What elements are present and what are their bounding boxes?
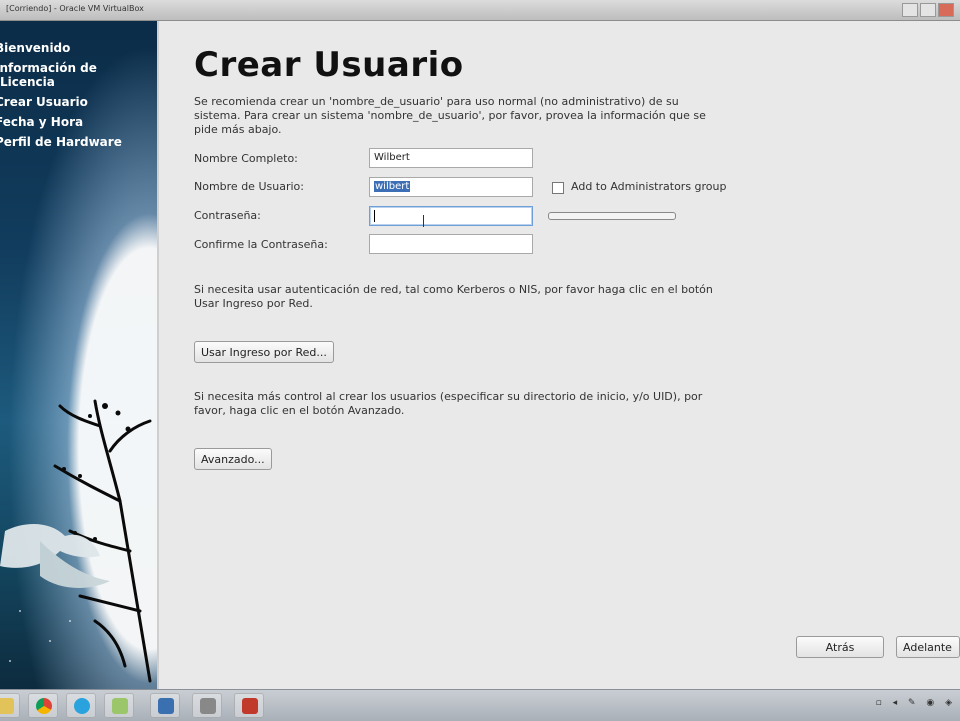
advanced-text: Si necesita más control al crear los usu… — [194, 390, 703, 417]
page-title: Crear Usuario — [194, 45, 464, 85]
username-value: wilbert — [374, 181, 411, 192]
mouse-ibeam-cursor — [423, 215, 426, 227]
app-icon[interactable] — [234, 693, 264, 718]
full-name-field[interactable]: Wilbert — [369, 148, 533, 168]
create-user-panel: Crear Usuario Se recomienda crear un 'no… — [160, 21, 960, 689]
skype-icon[interactable] — [66, 693, 96, 718]
password-field[interactable] — [369, 206, 533, 226]
step-item-date-time: Fecha y Hora — [0, 115, 84, 129]
explorer-icon[interactable] — [0, 693, 20, 718]
maximize-icon[interactable] — [920, 3, 936, 17]
tool-icon[interactable] — [192, 693, 222, 718]
network-login-button[interactable]: Usar Ingreso por Red... — [194, 341, 334, 363]
system-tray[interactable]: ▫ ◂ ✎ ◉ ◈ — [876, 698, 956, 708]
step-item-hardware-profile: Perfil de Hardware — [0, 135, 122, 149]
back-button[interactable]: Atrás — [796, 636, 884, 658]
tree-and-dove-illustration — [0, 399, 152, 683]
virtualbox-icon[interactable] — [150, 693, 180, 718]
minimize-icon[interactable] — [902, 3, 918, 17]
step-item-welcome: Bienvenido — [0, 41, 71, 55]
step-item-license: Información de Licencia — [0, 61, 97, 89]
notes-icon[interactable] — [104, 693, 134, 718]
forward-button[interactable]: Adelante — [896, 636, 960, 658]
intro-text: Se recomienda crear un 'nombre_de_usuari… — [194, 95, 706, 136]
full-name-value: Wilbert — [374, 152, 410, 163]
step-item-create-user: Crear Usuario — [0, 95, 88, 109]
username-field[interactable]: wilbert — [369, 177, 533, 197]
confirm-password-field[interactable] — [369, 234, 533, 254]
step-list: Bienvenido Información de Licencia Crear… — [0, 41, 150, 155]
password-label: Contraseña: — [194, 209, 261, 222]
text-cursor — [374, 210, 375, 222]
close-icon[interactable] — [938, 3, 954, 17]
sidebar-divider — [157, 21, 159, 689]
advanced-button[interactable]: Avanzado... — [194, 448, 272, 470]
installer-sidebar: Bienvenido Información de Licencia Crear… — [0, 21, 157, 689]
chrome-icon[interactable] — [28, 693, 58, 718]
username-label: Nombre de Usuario: — [194, 180, 304, 193]
full-name-label: Nombre Completo: — [194, 152, 298, 165]
admin-group-checkbox[interactable] — [552, 182, 564, 194]
confirm-password-label: Confirme la Contraseña: — [194, 238, 328, 251]
password-strength-bar — [548, 212, 676, 220]
windows-taskbar: ▫ ◂ ✎ ◉ ◈ — [0, 689, 960, 721]
admin-group-label[interactable]: Add to Administrators group — [571, 180, 727, 193]
network-auth-text: Si necesita usar autenticación de red, t… — [194, 283, 713, 310]
window-titlebar: [Corriendo] - Oracle VM VirtualBox — [0, 0, 960, 21]
window-title: [Corriendo] - Oracle VM VirtualBox — [6, 4, 144, 13]
